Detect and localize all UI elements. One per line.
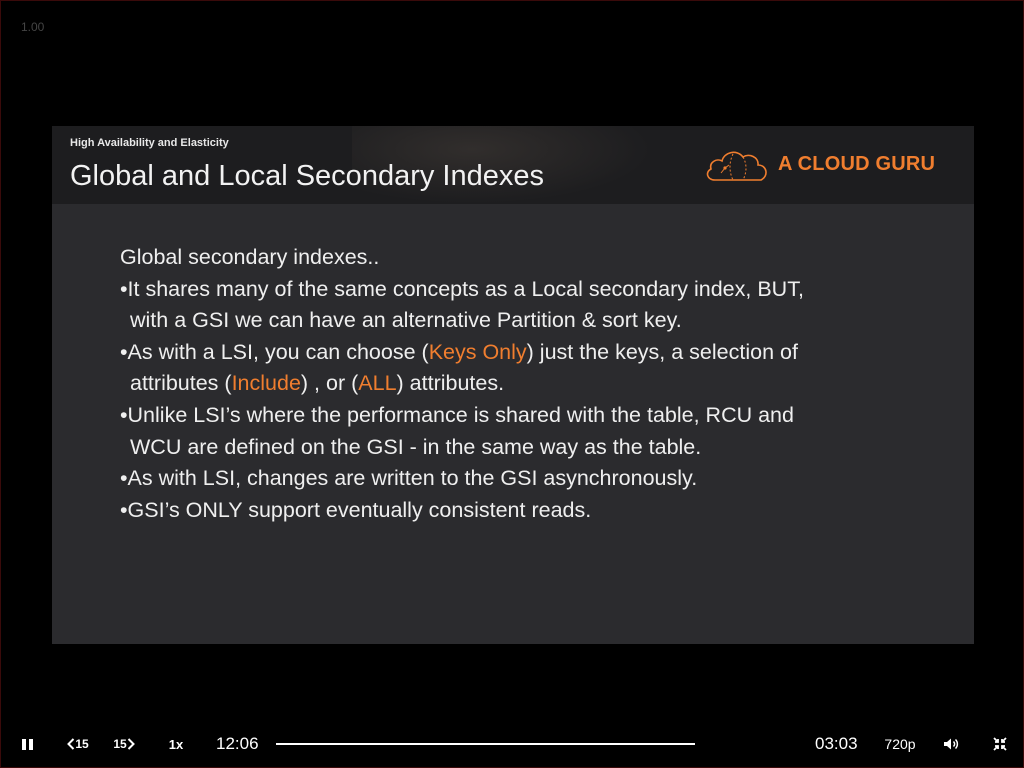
- quality-button[interactable]: 720p: [881, 723, 919, 765]
- highlight-include: Include: [231, 371, 301, 396]
- bullet-2-line-2: attributes (Include) , or (ALL) attribut…: [120, 368, 920, 400]
- exit-fullscreen-button[interactable]: [987, 723, 1013, 765]
- exit-fullscreen-icon: [993, 737, 1007, 751]
- a-cloud-guru-logo: A CLOUD GURU: [703, 146, 953, 186]
- video-slide: High Availability and Elasticity Global …: [52, 126, 974, 644]
- remaining-time: 03:03: [815, 734, 858, 753]
- playback-speed-button[interactable]: 1x: [161, 723, 191, 765]
- slide-title: Global and Local Secondary Indexes: [70, 160, 544, 192]
- progress-bar[interactable]: [276, 743, 695, 745]
- progress-fill: [276, 743, 695, 745]
- rewind-15-label: 15: [75, 737, 89, 751]
- slide-body: Global secondary indexes.. •It shares ma…: [120, 242, 920, 526]
- chevron-right-icon: [127, 738, 135, 750]
- highlight-keys-only: Keys Only: [428, 339, 527, 364]
- pause-button[interactable]: [13, 723, 41, 765]
- bullet-2-line-1: •As with a LSI, you can choose (Keys Onl…: [120, 337, 920, 369]
- current-time: 12:06: [216, 734, 259, 753]
- chevron-left-icon: [67, 738, 75, 750]
- highlight-all: ALL: [358, 371, 397, 396]
- volume-icon: [944, 738, 959, 750]
- bullet-3-line-1: •Unlike LSI’s where the performance is s…: [120, 402, 794, 427]
- volume-button[interactable]: [938, 723, 964, 765]
- logo-text: A CLOUD GURU: [778, 153, 936, 175]
- bullet-3-line-2: WCU are defined on the GSI - in the same…: [130, 434, 702, 459]
- bullet-5-line: •GSI’s ONLY support eventually consisten…: [120, 497, 592, 522]
- slide-header: High Availability and Elasticity Global …: [52, 126, 974, 204]
- bullet-2-text-e: ) attributes.: [396, 371, 505, 396]
- forward-15-button[interactable]: 15: [109, 723, 139, 765]
- bullet-2-text-a: •As with a LSI, you can choose (: [120, 339, 429, 364]
- video-player-frame: 1.00 High Availability and Elasticity Gl…: [0, 0, 1024, 768]
- bullet-2-text-d: ) , or (: [300, 371, 359, 396]
- bullet-1-line-1: •It shares many of the same concepts as …: [120, 276, 804, 301]
- bullet-4-line: •As with LSI, changes are written to the…: [120, 466, 698, 491]
- bullet-2-text-c: attributes (: [130, 371, 232, 396]
- player-controls: 15 15 1x 12:06 03:03 720p: [1, 723, 1024, 765]
- pause-icon: [20, 738, 34, 750]
- forward-15-label: 15: [113, 737, 127, 751]
- bullet-2-text-b: ) just the keys, a selection of: [526, 339, 798, 364]
- playback-rate-indicator: 1.00: [21, 20, 45, 34]
- rewind-15-button[interactable]: 15: [63, 723, 93, 765]
- cloud-logo-icon: [706, 151, 767, 181]
- bullet-1-line-2: with a GSI we can have an alternative Pa…: [130, 308, 682, 333]
- section-label: High Availability and Elasticity: [70, 137, 229, 149]
- intro-line: Global secondary indexes..: [120, 245, 380, 269]
